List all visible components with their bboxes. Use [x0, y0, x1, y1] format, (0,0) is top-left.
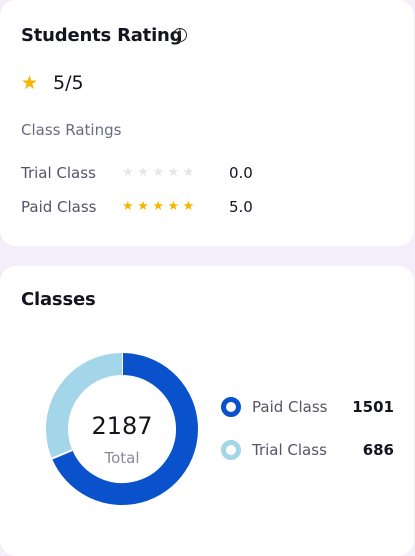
donut-segment-trial-class[interactable] — [46, 353, 123, 459]
legend-item-trial-class: Trial Class 686 — [221, 439, 401, 461]
legend-value: 686 — [362, 441, 394, 459]
legend-item-paid-class: Paid Class 1501 — [221, 396, 401, 418]
overall-rating-score: 5/5 — [53, 72, 84, 94]
star-rating: ★★★★★ — [122, 162, 198, 184]
star-empty-icon: ★ — [122, 165, 138, 180]
star-filled-icon: ★ — [137, 199, 153, 214]
donut-total-label: Total — [104, 449, 140, 467]
star-filled-icon: ★ — [122, 199, 138, 214]
star-rating: ★★★★★ — [122, 196, 198, 218]
rating-row-value: 0.0 — [229, 164, 253, 182]
rating-row-label: Paid Class — [21, 198, 97, 216]
star-filled-icon: ★ — [152, 199, 168, 214]
star-empty-icon: ★ — [167, 165, 183, 180]
legend-dot-icon — [221, 440, 241, 460]
info-icon[interactable]: i — [173, 28, 187, 42]
students-rating-card: Students Rating i ★ 5/5 Class Ratings Tr… — [0, 0, 414, 246]
legend-value: 1501 — [352, 398, 394, 416]
legend-label: Trial Class — [252, 441, 327, 459]
rating-row-label: Trial Class — [21, 164, 96, 182]
rating-row-paid-class: Paid Class ★★★★★ 5.0 — [21, 196, 271, 218]
star-empty-icon: ★ — [152, 165, 168, 180]
class-ratings-label: Class Ratings — [21, 121, 122, 139]
star-icon: ★ — [21, 72, 39, 94]
classes-card: Classes 2187 Total Paid Class 1501 Trial… — [0, 266, 414, 556]
star-filled-icon: ★ — [182, 199, 198, 214]
legend-label: Paid Class — [252, 398, 328, 416]
star-empty-icon: ★ — [137, 165, 153, 180]
students-rating-title: Students Rating — [21, 25, 183, 46]
legend-dot-icon — [221, 397, 241, 417]
classes-title: Classes — [21, 289, 96, 310]
star-empty-icon: ★ — [182, 165, 198, 180]
star-filled-icon: ★ — [167, 199, 183, 214]
donut-total-value: 2187 — [91, 412, 153, 440]
rating-row-value: 5.0 — [229, 198, 253, 216]
rating-row-trial-class: Trial Class ★★★★★ 0.0 — [21, 162, 271, 184]
